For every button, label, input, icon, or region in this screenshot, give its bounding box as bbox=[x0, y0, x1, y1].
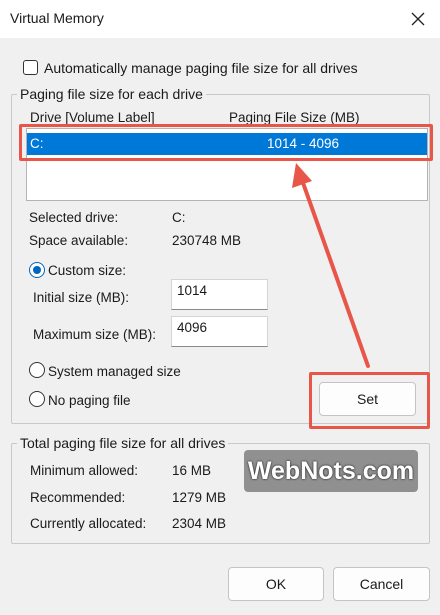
ok-button[interactable]: OK bbox=[228, 567, 324, 601]
minimum-allowed-value: 16 MB bbox=[172, 463, 212, 478]
currently-allocated-value: 2304 MB bbox=[172, 516, 227, 531]
recommended-label: Recommended: bbox=[30, 490, 126, 505]
watermark-logo: WebNots.com bbox=[244, 450, 418, 492]
total-group-legend: Total paging file size for all drives bbox=[17, 435, 229, 451]
currently-allocated-label: Currently allocated: bbox=[30, 516, 147, 531]
minimum-allowed-label: Minimum allowed: bbox=[30, 463, 139, 478]
cancel-button[interactable]: Cancel bbox=[333, 567, 430, 601]
recommended-value: 1279 MB bbox=[172, 490, 227, 505]
